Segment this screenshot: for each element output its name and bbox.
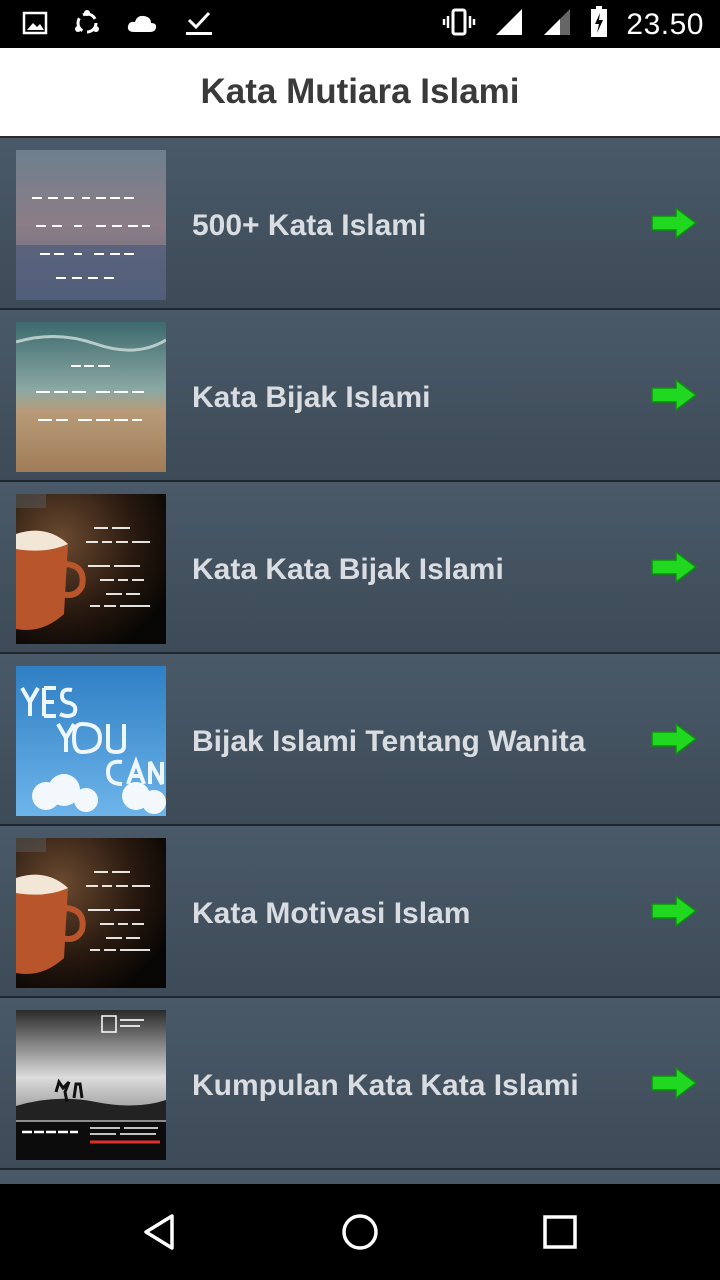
signal-icon [542,7,572,42]
navigation-bar [0,1184,720,1280]
list-item[interactable]: 500+ Kata Islami [0,138,720,310]
list-item-label: Kata Motivasi Islam [192,897,471,930]
thumbnail-image [16,1010,166,1160]
image-icon [22,11,48,40]
list-item-label: Kumpulan Kata Kata Islami [192,1069,579,1102]
arrow-right-icon [651,1066,698,1100]
list-item[interactable]: Kumpulan Kata Kata Islami [0,998,720,1170]
list-item[interactable] [0,1170,720,1184]
list-item[interactable]: Kata Kata Bijak Islami [0,482,720,654]
recents-icon[interactable] [538,1210,582,1254]
list-item-label: Kata Bijak Islami [192,381,431,414]
cloud-icon [126,12,158,39]
battery-charging-icon [590,6,608,43]
sync-icon [74,10,100,41]
thumbnail-image [16,838,166,988]
status-time: 23.50 [626,7,704,41]
thumbnail-image [16,666,166,816]
list-item-label: 500+ Kata Islami [192,209,427,242]
list-item[interactable]: Bijak Islami Tentang Wanita [0,654,720,826]
thumbnail-image [16,494,166,644]
thumbnail-image [16,150,166,300]
arrow-right-icon [651,378,698,412]
page-title: Kata Mutiara Islami [200,72,520,111]
arrow-right-icon [651,722,698,756]
arrow-right-icon [651,894,698,928]
signal-icon [494,7,524,42]
app-bar: Kata Mutiara Islami [0,48,720,138]
status-bar: 23.50 [0,0,720,48]
menu-list[interactable]: 500+ Kata Islami Kata Bijak Islami Kata … [0,138,720,1184]
list-item-label: Kata Kata Bijak Islami [192,553,504,586]
list-item-label: Bijak Islami Tentang Wanita [192,725,586,758]
thumbnail-image [16,322,166,472]
download-done-icon [184,10,214,41]
arrow-right-icon [651,206,698,240]
list-item[interactable]: Kata Motivasi Islam [0,826,720,998]
back-icon[interactable] [138,1210,182,1254]
vibrate-icon [442,8,476,41]
home-icon[interactable] [338,1210,382,1254]
list-item[interactable]: Kata Bijak Islami [0,310,720,482]
arrow-right-icon [651,550,698,584]
